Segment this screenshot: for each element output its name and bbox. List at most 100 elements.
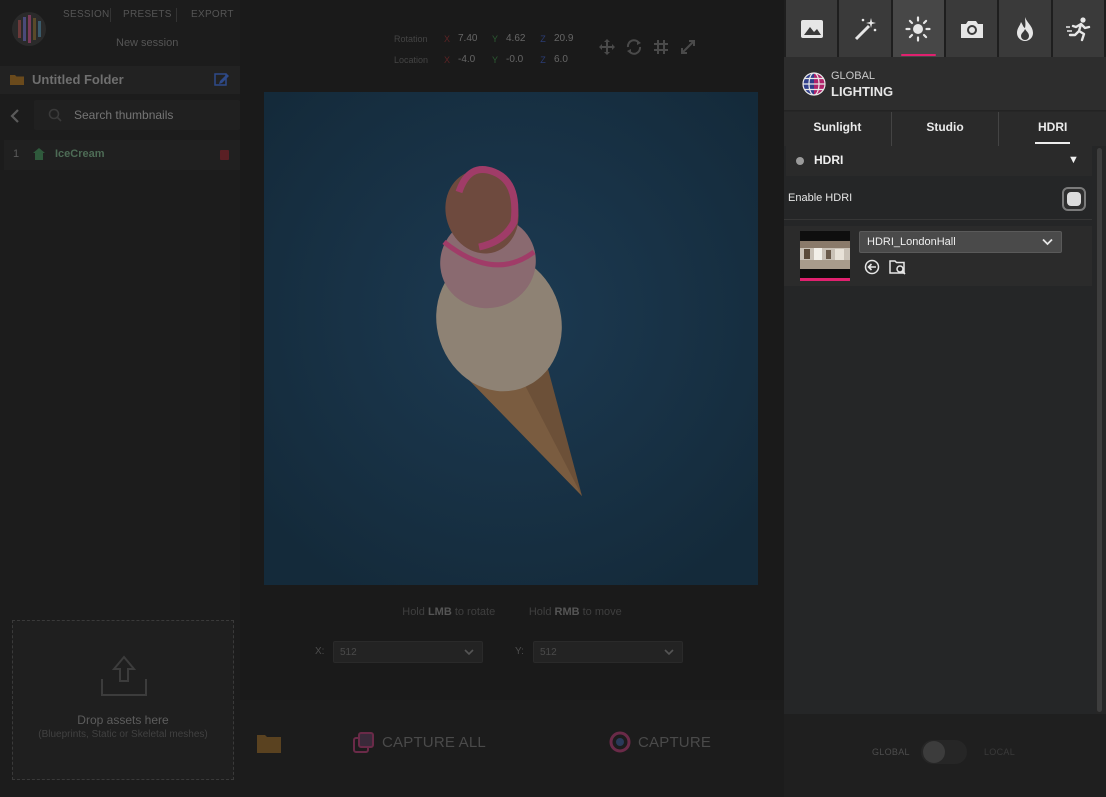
resolution-x-select[interactable]: 512 bbox=[333, 641, 483, 663]
selected-indicator bbox=[800, 278, 850, 281]
edit-icon[interactable] bbox=[214, 71, 230, 87]
scene-list-item[interactable]: 1 IceCream bbox=[4, 140, 240, 170]
hint-text: to rotate bbox=[451, 606, 496, 618]
menu-export[interactable]: EXPORT bbox=[191, 9, 234, 20]
tab-studio[interactable]: Studio bbox=[890, 112, 999, 146]
hdri-map-dropdown[interactable]: HDRI_LondonHall bbox=[859, 231, 1062, 253]
search-box bbox=[34, 100, 240, 130]
flame-icon bbox=[1016, 16, 1033, 41]
settings-panel: GLOBAL LIGHTING Sunlight Studio HDRI HDR… bbox=[784, 0, 1106, 797]
camera-icon bbox=[960, 20, 983, 38]
axis-z-label: Z bbox=[540, 33, 546, 44]
chevron-down-icon bbox=[664, 649, 674, 656]
axis-x-label: X bbox=[443, 54, 450, 65]
viewport-tools bbox=[598, 38, 697, 56]
menu-presets[interactable]: PRESETS bbox=[123, 9, 172, 20]
hint-text: Hold bbox=[402, 606, 428, 618]
section-header: GLOBAL LIGHTING bbox=[784, 57, 1106, 111]
collapse-arrow-icon[interactable]: ▼ bbox=[1068, 154, 1079, 166]
lighting-subtabs: Sunlight Studio HDRI bbox=[784, 112, 1106, 146]
tab-sunlight[interactable]: Sunlight bbox=[784, 112, 891, 146]
delete-icon[interactable] bbox=[220, 150, 229, 160]
capture-button[interactable]: CAPTURE bbox=[608, 728, 711, 756]
menu-divider bbox=[176, 8, 177, 22]
tab-background[interactable] bbox=[786, 0, 838, 57]
search-icon bbox=[48, 108, 62, 122]
rotation-x: 7.40 bbox=[458, 33, 478, 44]
image-icon bbox=[800, 19, 823, 38]
capture-icon bbox=[609, 731, 631, 753]
capture-bar: CAPTURE ALL CAPTURE bbox=[240, 700, 784, 797]
scope-footer: GLOBAL LOCAL bbox=[784, 714, 1106, 797]
left-sidebar: SESSION PRESETS EXPORT New session Untit… bbox=[0, 0, 240, 797]
axis-y-label: Y bbox=[491, 54, 498, 65]
hdri-map-item: HDRI_LondonHall bbox=[784, 226, 1092, 286]
enable-hdri-checkbox[interactable] bbox=[1062, 187, 1086, 211]
resolution-x-value: 512 bbox=[340, 647, 357, 658]
resolution-y-select[interactable]: 512 bbox=[533, 641, 683, 663]
app-logo bbox=[12, 12, 46, 46]
search-input[interactable] bbox=[74, 108, 234, 122]
status-dot bbox=[796, 157, 804, 165]
fullscreen-icon[interactable] bbox=[679, 38, 697, 56]
tab-camera[interactable] bbox=[945, 0, 998, 57]
resolution-x-label: X: bbox=[315, 646, 325, 657]
location-row: Location X -4.0 Y -0.0 Z 6.0 bbox=[394, 49, 580, 70]
viewport-area: Rotation X 7.40 Y 4.62 Z 20.9 Location X… bbox=[240, 0, 784, 797]
folder-row[interactable]: Untitled Folder bbox=[0, 66, 240, 94]
menu-session[interactable]: SESSION bbox=[63, 9, 110, 20]
capture-all-button[interactable]: CAPTURE ALL bbox=[352, 728, 486, 756]
asset-drop-zone[interactable]: Drop assets here (Blueprints, Static or … bbox=[12, 620, 234, 780]
hint-key-rmb: RMB bbox=[554, 606, 580, 618]
back-chevron-icon[interactable] bbox=[8, 108, 22, 124]
hdri-section-title: HDRI bbox=[814, 153, 844, 167]
menu-divider bbox=[110, 8, 111, 22]
reset-rotation-icon[interactable] bbox=[625, 38, 643, 56]
capture-label: CAPTURE bbox=[638, 733, 712, 751]
section-title: LIGHTING bbox=[831, 84, 894, 99]
session-name[interactable]: New session bbox=[116, 37, 178, 49]
hdri-map-value: HDRI_LondonHall bbox=[867, 236, 956, 248]
rotation-label: Rotation bbox=[394, 33, 428, 44]
panel-scrollbar[interactable] bbox=[1097, 148, 1102, 712]
capture-all-icon bbox=[353, 732, 374, 753]
resolution-y-value: 512 bbox=[540, 647, 557, 658]
axis-y-label: Y bbox=[491, 33, 498, 44]
hint-text: to move bbox=[579, 606, 622, 618]
hdri-section-header[interactable]: HDRI ▼ bbox=[786, 146, 1092, 176]
grid-icon[interactable] bbox=[652, 38, 670, 56]
folder-name: Untitled Folder bbox=[32, 72, 124, 87]
scope-toggle[interactable] bbox=[921, 740, 967, 764]
tab-animation[interactable] bbox=[1052, 0, 1104, 57]
toggle-knob bbox=[923, 741, 945, 763]
location-z: 6.0 bbox=[554, 54, 568, 65]
drop-zone-title: Drop assets here bbox=[77, 713, 169, 727]
browse-folder-icon[interactable] bbox=[889, 258, 907, 276]
tab-lighting[interactable] bbox=[892, 0, 944, 57]
rotation-z: 20.9 bbox=[554, 33, 574, 44]
tab-hdri[interactable]: HDRI bbox=[998, 112, 1106, 146]
category-tabs bbox=[784, 0, 1106, 57]
chevron-down-icon bbox=[464, 649, 474, 656]
tab-effects[interactable] bbox=[839, 0, 891, 57]
rotation-row: Rotation X 7.40 Y 4.62 Z 20.9 bbox=[394, 28, 580, 49]
transform-readout: Rotation X 7.40 Y 4.62 Z 20.9 Location X… bbox=[394, 28, 580, 70]
capture-all-label: CAPTURE ALL bbox=[382, 733, 486, 751]
axis-x-label: X bbox=[443, 33, 450, 44]
folder-icon bbox=[10, 75, 24, 85]
ice-cream-model bbox=[264, 92, 758, 585]
hdri-preview-image bbox=[800, 231, 850, 281]
viewport-hint: Hold LMB to rotate Hold RMB to move bbox=[240, 606, 784, 618]
location-x: -4.0 bbox=[458, 54, 476, 65]
move-icon[interactable] bbox=[598, 38, 616, 56]
magic-wand-icon bbox=[854, 17, 877, 40]
sun-icon bbox=[905, 15, 931, 42]
reset-icon[interactable] bbox=[864, 259, 880, 275]
hdri-thumbnail[interactable] bbox=[800, 231, 850, 281]
tab-vfx[interactable] bbox=[999, 0, 1051, 57]
3d-viewport[interactable] bbox=[264, 92, 758, 585]
open-folder-icon[interactable] bbox=[256, 732, 282, 754]
scene-index: 1 bbox=[13, 148, 20, 160]
location-y: -0.0 bbox=[506, 54, 524, 65]
section-subtitle: GLOBAL bbox=[831, 70, 876, 82]
